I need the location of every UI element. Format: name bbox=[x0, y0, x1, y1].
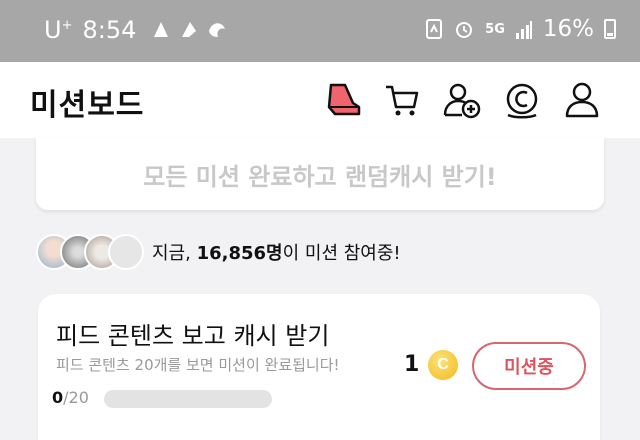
battery-percent: 16% bbox=[542, 16, 594, 42]
progress-current: 0 bbox=[52, 388, 64, 407]
avatar bbox=[108, 234, 144, 270]
progress-total: /20 bbox=[63, 388, 89, 407]
battery-icon bbox=[604, 19, 616, 39]
sneaker-icon[interactable] bbox=[322, 80, 362, 120]
mission-description: 피드 콘텐츠 20개를 보면 미션이 완료됩니다! bbox=[56, 356, 340, 374]
carrier-label: U+ bbox=[44, 16, 73, 44]
mission-title: 피드 콘텐츠 보고 캐시 받기 bbox=[56, 322, 330, 350]
add-friend-icon[interactable] bbox=[442, 80, 482, 120]
mission-card[interactable]: 피드 콘텐츠 보고 캐시 받기 피드 콘텐츠 20개를 보면 미션이 완료됩니다… bbox=[38, 294, 600, 440]
participant-count: 16,856명 bbox=[196, 243, 283, 264]
alarm-icon bbox=[456, 22, 473, 38]
notification-icons bbox=[150, 19, 228, 41]
mission-status-button[interactable]: 미션중 bbox=[472, 342, 586, 390]
progress-count: 0/20 bbox=[52, 388, 89, 407]
status-left: U+ 8:54 bbox=[44, 16, 228, 44]
nfc-icon bbox=[426, 19, 443, 39]
clock: 8:54 bbox=[82, 16, 137, 44]
participants-text: 지금, 16,856명이 미션 참여중! bbox=[152, 243, 401, 264]
status-bar: U+ 8:54 5G 16% bbox=[0, 0, 640, 62]
app-notification-icon bbox=[209, 23, 226, 37]
avatar-stack bbox=[36, 232, 144, 272]
status-right: 5G 16% bbox=[425, 16, 616, 42]
page-title: 미션보드 bbox=[30, 88, 145, 123]
coin-icon: C bbox=[428, 350, 458, 380]
signal-icon bbox=[515, 21, 532, 39]
network-label: 5G bbox=[485, 21, 505, 37]
reward-amount: 1 bbox=[404, 352, 420, 377]
participants-row: 지금, 16,856명이 미션 참여중! bbox=[36, 230, 401, 274]
coin-icon[interactable] bbox=[502, 80, 542, 120]
profile-icon[interactable] bbox=[562, 80, 602, 120]
app-notification-icon bbox=[154, 22, 169, 37]
cart-icon[interactable] bbox=[382, 80, 422, 120]
app-notification-icon bbox=[182, 22, 197, 37]
banner-text: 모든 미션 완료하고 랜덤캐시 받기! bbox=[143, 162, 497, 191]
app-header: 미션보드 bbox=[0, 62, 640, 138]
progress-bar bbox=[104, 390, 272, 408]
random-cash-banner[interactable]: 모든 미션 완료하고 랜덤캐시 받기! bbox=[36, 138, 604, 210]
